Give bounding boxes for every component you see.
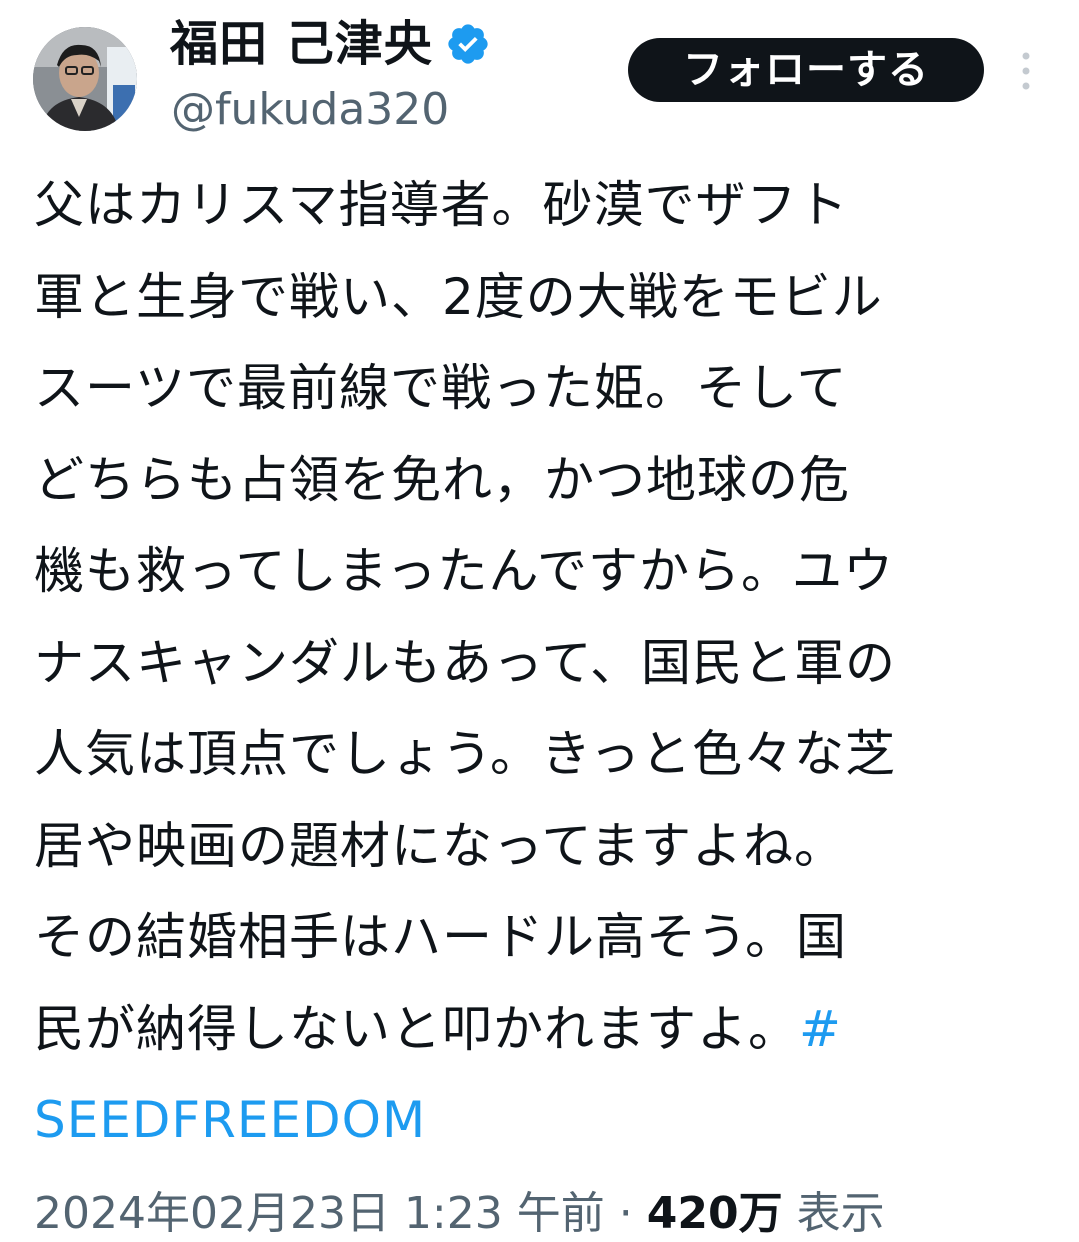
hashtag-symbol[interactable]: # [799,1000,842,1058]
tweet-line: 居や映画の題材になってますよね。 [34,816,845,875]
view-count: 420万 [646,1188,783,1239]
hashtag-link[interactable]: SEEDFREEDOM [34,1075,1044,1167]
tweet-line: 父はカリスマ指導者。砂漠でザフト [34,176,849,234]
tweet-line: どちらも占領を免れ，かつ地球の危 [34,450,850,509]
follow-button[interactable]: フォローする [628,38,984,102]
tweet-line: スーツで最前線で戦った姫。そして [34,359,848,417]
avatar[interactable] [33,27,137,131]
display-name[interactable]: 福田 己津央 [170,14,433,74]
tweet-text: 父はカリスマ指導者。砂漠でザフト 軍と生身で戦い、2度の大戦をモビル スーツで最… [34,160,1044,1167]
tweet-header: 福田 己津央 @fukuda320 フォローする [0,0,1079,150]
tweet-line: ナスキャンダルもあって、国民と軍の [34,633,896,692]
timestamp[interactable]: 2024年02月23日 1:23 午前 [34,1188,605,1239]
tweet-line: 機も救ってしまったんですから。ユウ [34,542,894,600]
user-handle[interactable]: @fukuda320 [171,82,449,138]
tweet-line: その結婚相手はハードル高そう。国 [34,908,847,966]
views-label: 表示 [796,1188,885,1239]
tweet-meta: 2024年02月23日 1:23 午前 · 420万 表示 [34,1186,885,1242]
meta-separator: · [618,1188,647,1239]
display-name-row[interactable]: 福田 己津央 [170,14,491,74]
tweet-line: 軍と生身で戦い、2度の大戦をモビル [34,267,883,326]
tweet-line: 民が納得しないと叩かれますよ。 [34,999,799,1058]
vertical-ellipsis-icon[interactable] [1012,48,1040,94]
verified-badge-icon [448,24,488,64]
tweet-line-with-hashtag: 民が納得しないと叩かれますよ。# [34,984,1044,1076]
tweet-line: 人気は頂点でしょう。きっと色々な芝 [34,725,896,783]
